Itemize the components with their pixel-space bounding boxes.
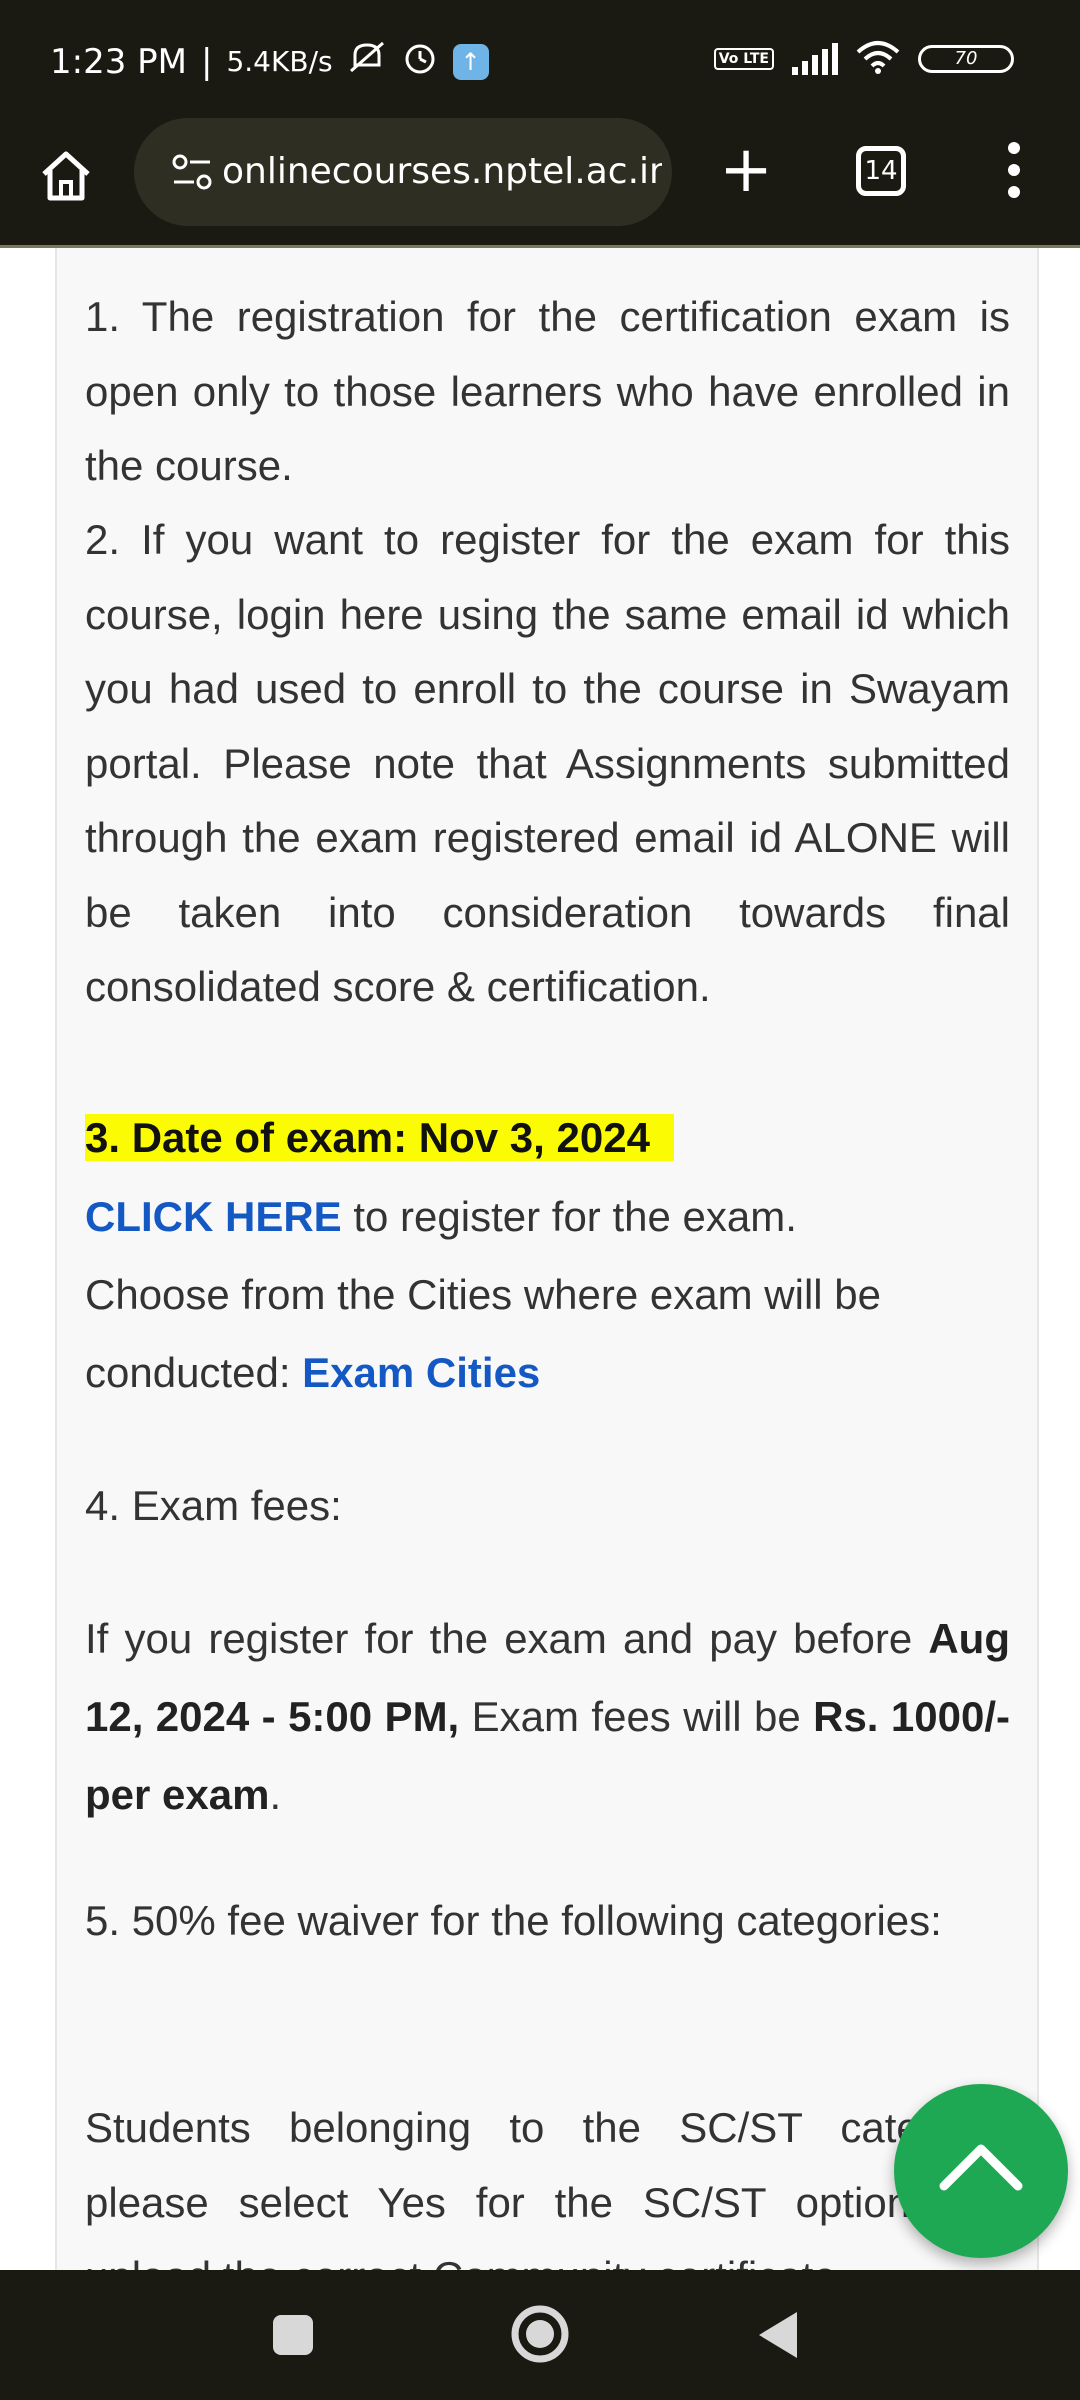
exam-fees-heading: 4. Exam fees:: [85, 1482, 342, 1529]
signal-icon: [792, 43, 838, 75]
home-nav-button[interactable]: [500, 2294, 580, 2374]
mute-icon: [347, 39, 387, 84]
wifi-icon: [856, 40, 900, 78]
sc-st-paragraph: Students belonging to the SC/ST category…: [85, 2104, 1010, 2270]
fees-end: .: [269, 1771, 282, 1818]
instruction-1: 1. The registration for the certificatio…: [85, 293, 1010, 489]
new-tab-button[interactable]: +: [716, 138, 776, 202]
url-bar[interactable]: onlinecourses.nptel.ac.in/no: [134, 118, 672, 226]
fees-mid: Exam fees will be: [459, 1693, 814, 1740]
page-content[interactable]: 1. The registration for the certificatio…: [0, 248, 1080, 2270]
exam-date-highlight: 3. Date of exam: Nov 3, 2024: [85, 1114, 674, 1161]
instruction-2: 2. If you want to register for the exam …: [85, 516, 1010, 1010]
network-speed: 5.4KB/s: [226, 45, 333, 78]
status-left: 1:23 PM | 5.4KB/s ↑: [50, 38, 489, 85]
url-text[interactable]: onlinecourses.nptel.ac.in/no: [222, 146, 662, 198]
menu-dot-icon: [1008, 164, 1020, 176]
register-text: to register for the exam.: [341, 1193, 797, 1240]
fee-waiver-heading: 5. 50% fee waiver for the following cate…: [85, 1897, 942, 1944]
fees-paragraph: If you register for the exam and pay bef…: [85, 1600, 1010, 1834]
volte-icon: Vo LTE: [713, 48, 774, 70]
cities-paragraph: Choose from the Cities where exam will b…: [85, 1256, 1010, 1412]
circle-icon: [511, 2305, 569, 2363]
home-button[interactable]: [36, 146, 96, 206]
menu-dot-icon: [1008, 186, 1020, 198]
tab-switcher-button[interactable]: 14: [856, 146, 906, 196]
menu-dot-icon: [1008, 142, 1020, 154]
status-bar: 1:23 PM | 5.4KB/s ↑ Vo LTE 70: [0, 0, 1080, 118]
status-right: Vo LTE 70: [713, 40, 1014, 78]
square-icon: [273, 2315, 313, 2355]
exam-date-line: 3. Date of exam: Nov 3, 2024: [85, 1101, 1010, 1176]
home-icon: [42, 151, 90, 201]
system-navigation-bar: [0, 2270, 1080, 2400]
app-notification-icon: ↑: [452, 43, 489, 80]
scroll-to-top-button[interactable]: [894, 2084, 1068, 2258]
battery-icon: 70: [918, 45, 1014, 73]
register-line: CLICK HERE to register for the exam.: [85, 1178, 1010, 1256]
back-triangle-icon: [759, 2312, 797, 2358]
status-time: 1:23 PM: [50, 41, 187, 82]
fees-pre: If you register for the exam and pay bef…: [85, 1615, 929, 1662]
chevron-up-icon: [939, 2144, 1023, 2191]
site-settings-icon[interactable]: [170, 150, 214, 194]
click-here-link[interactable]: CLICK HERE: [85, 1193, 342, 1240]
back-button[interactable]: [745, 2300, 815, 2370]
recents-button[interactable]: [258, 2300, 328, 2370]
exam-cities-link[interactable]: Exam Cities: [302, 1349, 540, 1396]
alarm-icon: [401, 38, 439, 85]
menu-button[interactable]: [996, 142, 1032, 206]
browser-toolbar: onlinecourses.nptel.ac.in/no + 14: [0, 118, 1080, 248]
